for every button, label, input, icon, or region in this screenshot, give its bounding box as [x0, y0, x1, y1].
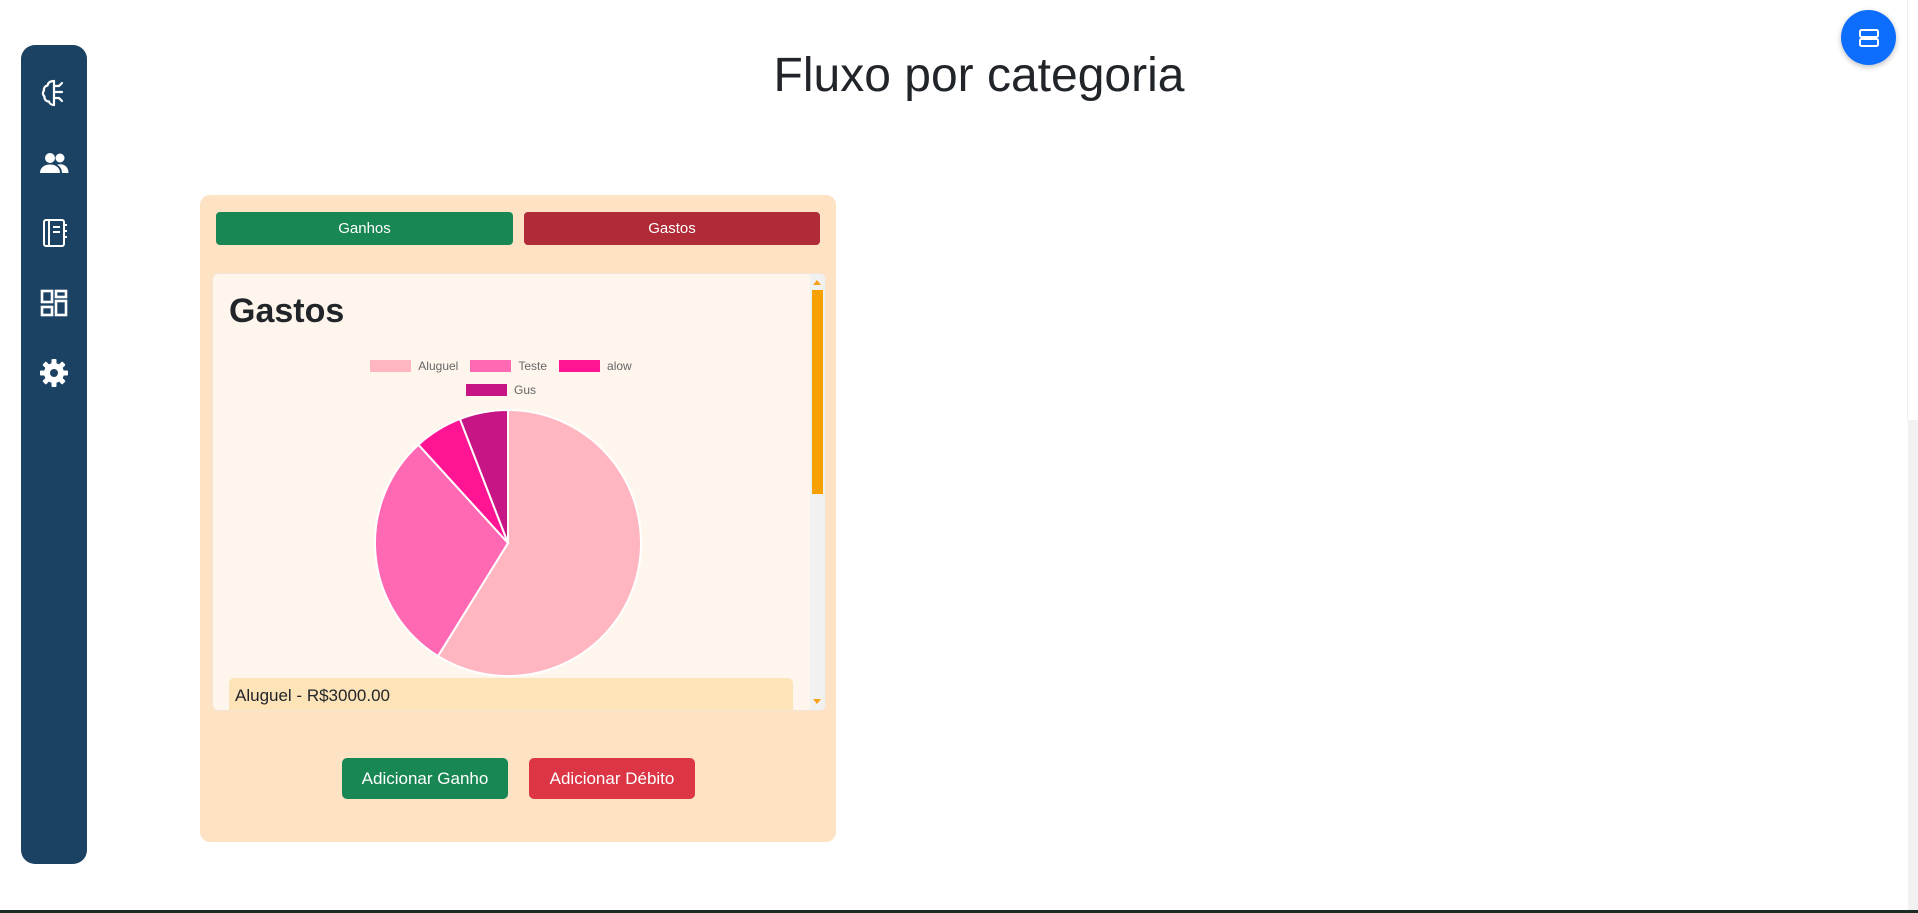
expenses-panel[interactable]: Gastos Aluguel Teste alow Gus Aluguel - …: [212, 273, 826, 711]
legend-item[interactable]: alow: [559, 359, 632, 373]
add-income-button[interactable]: Adicionar Ganho: [342, 758, 508, 799]
sidebar-item-notebook[interactable]: [36, 215, 72, 251]
category-flow-card: Ganhos Gastos Gastos Aluguel Teste alow …: [200, 195, 836, 842]
tab-gastos[interactable]: Gastos: [524, 212, 820, 245]
chart-legend-row-1: Aluguel Teste alow: [213, 359, 789, 373]
legend-label: Teste: [518, 359, 548, 373]
tab-ganhos[interactable]: Ganhos: [216, 212, 513, 245]
sidebar-item-users[interactable]: [36, 145, 72, 181]
users-icon: [40, 153, 69, 173]
sidebar: [21, 45, 87, 864]
stack-icon: [1858, 28, 1879, 47]
page-title: Fluxo por categoria: [773, 49, 1185, 102]
legend-swatch: [370, 360, 412, 372]
legend-item[interactable]: Teste: [470, 359, 547, 373]
add-debit-button[interactable]: Adicionar Débito: [529, 758, 695, 799]
legend-item[interactable]: Gus: [465, 383, 536, 397]
panel-title: Gastos: [229, 292, 345, 330]
legend-swatch: [470, 360, 512, 372]
legend-item[interactable]: Aluguel: [370, 359, 458, 373]
legend-label: alow: [607, 359, 632, 373]
menu-fab[interactable]: [1841, 10, 1896, 65]
legend-swatch: [465, 384, 507, 396]
scroll-down-arrow-icon[interactable]: [813, 699, 821, 704]
gear-icon: [40, 359, 68, 387]
legend-label: Aluguel: [418, 359, 459, 373]
notebook-icon: [43, 219, 67, 247]
page-scrollbar[interactable]: [1908, 420, 1918, 913]
category-list-item[interactable]: Aluguel - R$3000.00: [229, 678, 793, 710]
dashboard-icon: [40, 289, 68, 317]
scroll-thumb[interactable]: [812, 290, 823, 494]
scroll-up-arrow-icon[interactable]: [813, 280, 821, 285]
pie-chart[interactable]: [373, 408, 643, 678]
chart-legend-row-2: Gus: [213, 383, 789, 397]
panel-scrollbar[interactable]: [810, 274, 825, 710]
legend-swatch: [559, 360, 601, 372]
sidebar-item-dashboard[interactable]: [36, 285, 72, 321]
legend-label: Gus: [513, 383, 536, 397]
sidebar-item-settings[interactable]: [36, 355, 72, 391]
